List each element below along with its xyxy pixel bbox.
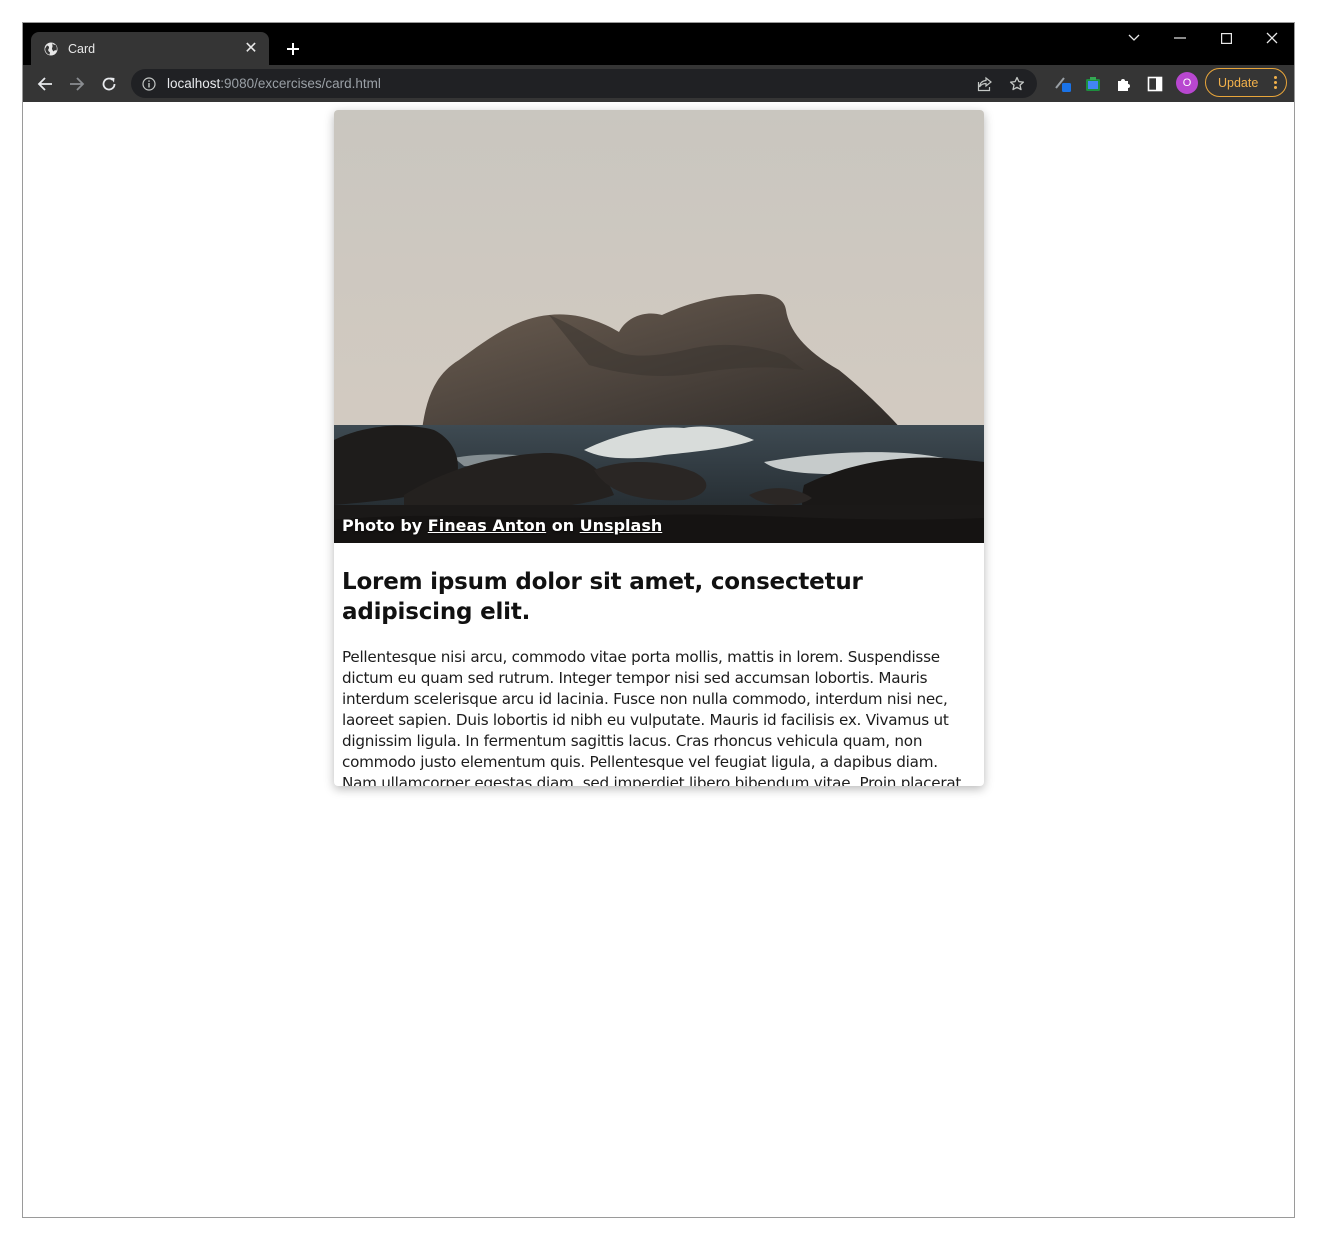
chevron-down-icon <box>1128 34 1140 41</box>
minimize-button[interactable] <box>1163 27 1197 49</box>
back-button[interactable] <box>34 73 56 95</box>
extension-box-icon[interactable] <box>1082 73 1104 95</box>
url-text: localhost:9080/excercises/card.html <box>167 76 381 91</box>
card-text: Pellentesque nisi arcu, commodo vitae po… <box>342 648 962 786</box>
close-icon <box>1266 32 1278 44</box>
card: Photo by Fineas Anton on Unsplash Lorem … <box>334 110 984 786</box>
side-panel-icon[interactable] <box>1144 73 1166 95</box>
credit-site-link[interactable]: Unsplash <box>580 516 663 535</box>
sea-rock-photo <box>334 110 984 543</box>
tab-search-button[interactable] <box>1117 27 1151 49</box>
credit-prefix: Photo by <box>342 516 428 535</box>
maximize-button[interactable] <box>1209 27 1243 49</box>
star-icon[interactable] <box>1006 73 1028 95</box>
arrow-left-icon <box>37 77 52 91</box>
tab-card[interactable]: Card ✕ <box>31 32 269 65</box>
url-path: :9080/excercises/card.html <box>220 76 381 91</box>
page-viewport: Photo by Fineas Anton on Unsplash Lorem … <box>23 102 1294 1217</box>
profile-avatar[interactable]: O <box>1176 72 1198 94</box>
more-vert-icon <box>1273 76 1277 89</box>
url-host: localhost <box>167 76 221 91</box>
share-icon[interactable] <box>974 73 996 95</box>
plus-icon <box>287 43 299 55</box>
arrow-right-icon <box>70 77 85 91</box>
update-button[interactable]: Update <box>1205 68 1287 97</box>
tab-close-icon[interactable]: ✕ <box>243 40 259 57</box>
extensions-puzzle-icon[interactable] <box>1113 73 1135 95</box>
update-label: Update <box>1218 75 1259 90</box>
address-bar[interactable]: localhost:9080/excercises/card.html <box>131 69 1037 98</box>
forward-button[interactable] <box>66 73 88 95</box>
reload-button[interactable] <box>98 73 120 95</box>
toolbar: localhost:9080/excercises/card.html O Up… <box>23 65 1294 102</box>
extension-pen-icon[interactable] <box>1052 73 1074 95</box>
tab-title: Card <box>68 41 96 56</box>
card-body: Lorem ipsum dolor sit amet, consectetur … <box>334 567 984 786</box>
credit-author-link[interactable]: Fineas Anton <box>428 516 546 535</box>
close-window-button[interactable] <box>1255 27 1289 49</box>
reload-icon <box>102 77 116 91</box>
minimize-icon <box>1174 37 1186 39</box>
globe-icon <box>43 41 58 56</box>
browser-window: Card ✕ localhost:9080/excercises/card.ht… <box>22 22 1295 1218</box>
site-info-icon[interactable] <box>141 76 157 92</box>
tab-strip: Card ✕ <box>23 23 1294 65</box>
new-tab-button[interactable] <box>281 37 305 61</box>
photo-credit: Photo by Fineas Anton on Unsplash <box>342 516 662 535</box>
maximize-icon <box>1220 32 1232 44</box>
credit-middle: on <box>546 516 580 535</box>
card-title: Lorem ipsum dolor sit amet, consectetur … <box>342 569 863 625</box>
card-photo: Photo by Fineas Anton on Unsplash <box>334 110 984 543</box>
